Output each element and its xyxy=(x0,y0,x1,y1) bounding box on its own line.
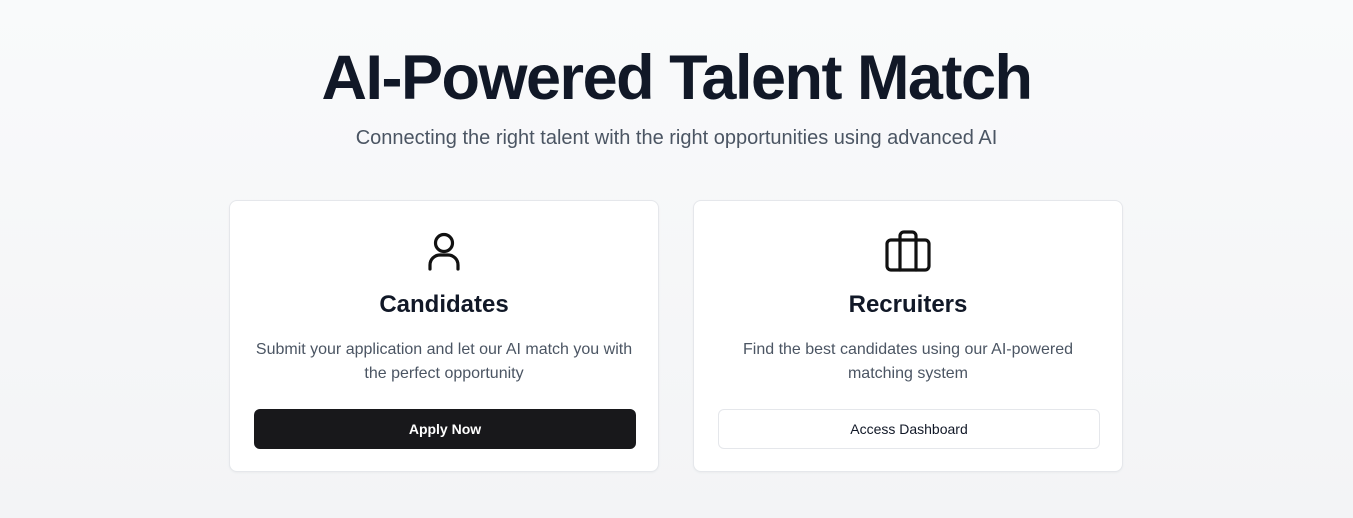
page-title: AI-Powered Talent Match xyxy=(321,43,1033,113)
recruiters-description: Find the best candidates using our AI-po… xyxy=(743,341,1073,382)
page-subtitle: Connecting the right talent with the rig… xyxy=(355,127,998,149)
access-dashboard-button[interactable]: Access Dashboard xyxy=(718,409,1100,449)
recruiters-card: Recruiters Find the best candidates usin… xyxy=(693,200,1123,472)
apply-now-button[interactable]: Apply Now xyxy=(254,409,636,449)
candidates-description: Submit your application and let our AI m… xyxy=(255,341,633,382)
candidates-title: Candidates xyxy=(379,291,509,318)
briefcase-icon xyxy=(884,227,932,275)
recruiters-title: Recruiters xyxy=(848,291,968,318)
candidates-card: Candidates Submit your application and l… xyxy=(229,200,659,472)
user-icon xyxy=(420,227,468,275)
